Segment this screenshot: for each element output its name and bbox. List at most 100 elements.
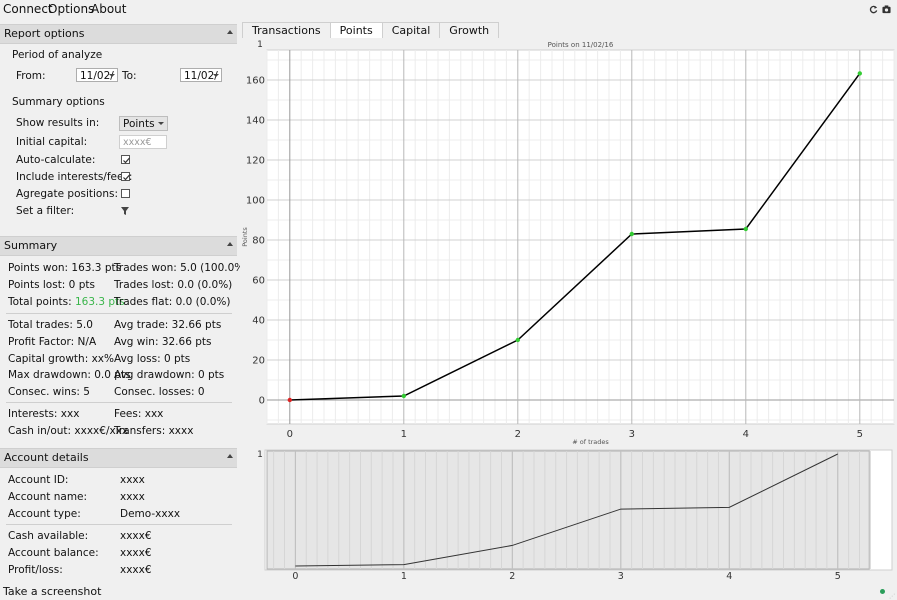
- tab-growth[interactable]: Growth: [439, 22, 500, 38]
- trades-lost: Trades lost: 0.0 (0.0%): [114, 279, 233, 291]
- collapse-arrow-icon[interactable]: [227, 454, 233, 458]
- initial-capital-input[interactable]: xxxx€: [119, 135, 167, 149]
- auto-calculate-checkbox[interactable]: [121, 155, 130, 164]
- data-point: [743, 226, 748, 232]
- account-name-label: Account name:: [8, 491, 88, 503]
- x-tick-label: 1: [401, 429, 407, 440]
- y-tick-label: 20: [252, 356, 265, 367]
- y-tick-label: 60: [252, 276, 265, 287]
- resize-grip-icon[interactable]: ⋰: [889, 593, 895, 600]
- max-drawdown: Max drawdown: 0.0 pts: [8, 369, 131, 381]
- x-tick-label: 3: [629, 429, 635, 440]
- avg-trade: Avg trade: 32.66 pts: [114, 319, 222, 331]
- aggregate-label: Agregate positions:: [16, 188, 119, 200]
- from-label: From:: [16, 70, 46, 82]
- x-tick-label: 5: [857, 429, 863, 440]
- x-axis-label: # of trades: [572, 438, 609, 444]
- period-label: Period of analyze: [12, 49, 103, 61]
- collapse-arrow-icon[interactable]: [227, 30, 233, 34]
- refresh-icon[interactable]: [869, 5, 878, 14]
- tab-points[interactable]: Points: [329, 22, 383, 39]
- tab-transactions[interactable]: Transactions: [242, 22, 331, 38]
- report-options-header[interactable]: Report options: [0, 24, 237, 44]
- divider: [6, 524, 232, 525]
- filter-label: Set a filter:: [16, 205, 75, 217]
- data-point: [401, 393, 406, 399]
- menu-connect[interactable]: Connect: [3, 2, 53, 16]
- points-chart-panel: 0 20 40 60 80 100 120 140 160 0 1 2 3 4 5 Points on 11/…: [240, 38, 897, 446]
- profit-factor: Profit Factor: N/A: [8, 336, 97, 348]
- y-tick-label: 140: [246, 116, 265, 127]
- y-tick-label: 120: [246, 156, 265, 167]
- include-interests-checkbox[interactable]: [121, 172, 130, 181]
- consec-wins: Consec. wins: 5: [8, 386, 90, 398]
- tab-capital[interactable]: Capital: [381, 22, 441, 38]
- overview-x-tick-label: 2: [509, 571, 515, 580]
- data-point: [629, 231, 634, 237]
- chart-overview[interactable]: 0 1 2 3 4 5 1: [240, 448, 897, 582]
- account-details-title: Account details: [4, 451, 89, 464]
- avg-drawdown: Avg drawdown: 0 pts: [114, 369, 225, 381]
- to-date-picker[interactable]: 11/02/: [180, 68, 222, 82]
- chart-tabs: Transactions Points Capital Growth: [242, 22, 500, 39]
- y-tick-label: 40: [252, 316, 265, 327]
- summary-options-label: Summary options: [12, 96, 105, 108]
- cash-available-value: xxxx€: [120, 530, 152, 542]
- profit-loss-label: Profit/loss:: [8, 564, 63, 576]
- status-bar: Take a screenshot ⋰: [0, 584, 897, 600]
- y-tick-label: 80: [252, 236, 265, 247]
- total-points-label: Total points:: [8, 296, 72, 308]
- total-points: Total points: 163.3 pts: [8, 296, 125, 308]
- chart-corner-label: 1: [257, 40, 263, 50]
- chevron-down-icon: [109, 74, 115, 77]
- overview-corner-label: 1: [257, 450, 263, 460]
- trades-flat: Trades flat: 0.0 (0.0%): [114, 296, 231, 308]
- menu-about[interactable]: About: [91, 2, 126, 16]
- account-type-value: Demo-xxxx: [120, 508, 181, 520]
- to-label: To:: [122, 70, 137, 82]
- status-indicator-icon: [880, 589, 885, 594]
- account-name-value: xxxx: [120, 491, 145, 503]
- plot-area: [266, 49, 895, 425]
- show-results-label: Show results in:: [16, 117, 100, 129]
- overview-x-tick-label: 3: [618, 571, 624, 580]
- account-id-label: Account ID:: [8, 474, 69, 486]
- summary-header[interactable]: Summary: [0, 236, 237, 256]
- fees: Fees: xxx: [114, 408, 164, 420]
- chart-overview-panel: 0 1 2 3 4 5 1: [240, 448, 897, 582]
- x-tick-label: 2: [515, 429, 521, 440]
- cash-in-out: Cash in/out: xxxx€/xxx: [8, 425, 129, 437]
- points-lost: Points lost: 0 pts: [8, 279, 95, 291]
- aggregate-checkbox[interactable]: [121, 189, 130, 198]
- transfers: Transfers: xxxx: [114, 425, 194, 437]
- points-won: Points won: 163.3 pts: [8, 262, 122, 274]
- y-axis-label: Points: [241, 227, 249, 247]
- overview-x-tick-label: 0: [292, 571, 298, 580]
- chevron-down-icon: [213, 74, 219, 77]
- menu-bar: Connect Options About: [0, 0, 897, 20]
- x-tick-label: 4: [743, 429, 749, 440]
- cash-available-label: Cash available:: [8, 530, 89, 542]
- overview-selection: [266, 450, 870, 570]
- left-panel: Report options Period of analyze From: 1…: [0, 22, 248, 582]
- include-interests-label: Include interests/fees:: [16, 171, 133, 183]
- from-date-picker[interactable]: 11/02/: [76, 68, 118, 82]
- overview-x-tick-label: 5: [835, 571, 841, 580]
- y-tick-label: 160: [246, 76, 265, 87]
- data-point: [515, 337, 520, 343]
- show-results-select[interactable]: Points: [119, 116, 168, 131]
- profit-loss-value: xxxx€: [120, 564, 152, 576]
- points-chart[interactable]: 0 20 40 60 80 100 120 140 160 0 1 2 3 4 5 Points on 11/…: [240, 38, 897, 446]
- status-text: Take a screenshot: [3, 585, 102, 598]
- overview-x-tick-label: 1: [401, 571, 407, 580]
- initial-capital-label: Initial capital:: [16, 136, 88, 148]
- menu-options[interactable]: Options: [48, 2, 94, 16]
- account-id-value: xxxx: [120, 474, 145, 486]
- filter-icon[interactable]: [121, 207, 129, 215]
- show-results-value: Points: [123, 118, 155, 130]
- collapse-arrow-icon[interactable]: [227, 242, 233, 246]
- consec-losses: Consec. losses: 0: [114, 386, 205, 398]
- avg-win: Avg win: 32.66 pts: [114, 336, 212, 348]
- camera-icon[interactable]: [882, 5, 891, 14]
- account-details-header[interactable]: Account details: [0, 448, 237, 468]
